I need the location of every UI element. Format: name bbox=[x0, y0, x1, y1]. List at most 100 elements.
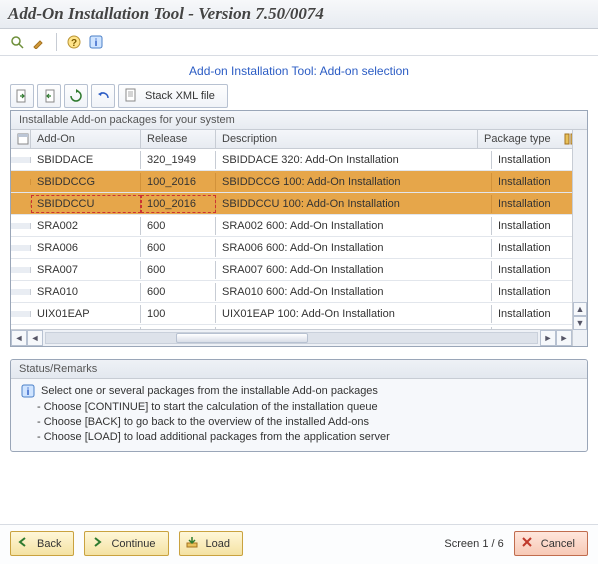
table-cell: Installation bbox=[492, 173, 572, 191]
status-title: Status/Remarks bbox=[11, 360, 587, 379]
h-scroll-thumb[interactable] bbox=[176, 333, 308, 343]
table-cell: 100 bbox=[141, 305, 216, 323]
table-cell bbox=[11, 245, 31, 251]
table-cell: SRA006 600: Add-On Installation bbox=[216, 239, 492, 257]
col-settings-icon[interactable] bbox=[558, 130, 572, 148]
table-cell: 600 bbox=[141, 283, 216, 301]
col-description[interactable]: Description bbox=[216, 130, 478, 148]
table-cell: SRA007 600: Add-On Installation bbox=[216, 261, 492, 279]
table-cell: UIX01EAP 100: Add-On Installation bbox=[216, 305, 492, 323]
table-cell: 100 bbox=[141, 327, 216, 330]
table-cell: Installation bbox=[492, 261, 572, 279]
undo-icon[interactable] bbox=[91, 84, 115, 108]
arrow-left-icon bbox=[16, 535, 30, 549]
table-cell: UIX01EAP bbox=[31, 305, 141, 323]
svg-text:?: ? bbox=[71, 38, 77, 49]
table-row[interactable]: SRA007600SRA007 600: Add-On Installation… bbox=[11, 259, 572, 281]
col-addon[interactable]: Add-On bbox=[31, 130, 141, 148]
table-cell: UIX01HCM 100: Add-On Installation bbox=[216, 327, 492, 330]
table-cell: Installation bbox=[492, 195, 572, 213]
table-row[interactable]: SRA006600SRA006 600: Add-On Installation… bbox=[11, 237, 572, 259]
stack-xml-button[interactable]: Stack XML file bbox=[118, 84, 228, 108]
table-cell: SRA002 600: Add-On Installation bbox=[216, 217, 492, 235]
continue-button[interactable]: Continue bbox=[84, 531, 168, 556]
table-cell: SRA007 bbox=[31, 261, 141, 279]
load-icon bbox=[185, 535, 199, 549]
table-cell: 320_1949 bbox=[141, 151, 216, 169]
table-cell: SRA010 600: Add-On Installation bbox=[216, 283, 492, 301]
table-caption: Installable Add-on packages for your sys… bbox=[11, 111, 587, 130]
status-line-1: - Choose [CONTINUE] to start the calcula… bbox=[11, 398, 587, 413]
table-cell: SRA002 bbox=[31, 217, 141, 235]
close-icon bbox=[520, 535, 534, 549]
scroll-up-icon[interactable]: ▲ bbox=[573, 302, 587, 316]
status-line-3: - Choose [LOAD] to load additional packa… bbox=[11, 428, 587, 443]
table-row[interactable]: SBIDDACE320_1949SBIDDACE 320: Add-On Ins… bbox=[11, 149, 572, 171]
table-header: Add-On Release Description Package type bbox=[11, 130, 572, 149]
table-cell: SBIDDCCG bbox=[31, 173, 141, 191]
toolbar-separator bbox=[56, 33, 57, 51]
table-cell: SRA006 bbox=[31, 239, 141, 257]
status-line-2: - Choose [BACK] to go back to the overvi… bbox=[11, 413, 587, 428]
scroll-down-icon[interactable]: ▼ bbox=[573, 316, 587, 330]
h-scrollbar[interactable]: ◄ ◄ ► ► bbox=[11, 329, 572, 346]
table-cell: Installation bbox=[492, 217, 572, 235]
load-button[interactable]: Load bbox=[179, 531, 243, 556]
screen-indicator: Screen 1 / 6 bbox=[444, 538, 503, 550]
document-icon bbox=[124, 88, 138, 102]
table-body: SBIDDACE320_1949SBIDDACE 320: Add-On Ins… bbox=[11, 149, 572, 329]
cancel-button[interactable]: Cancel bbox=[514, 531, 588, 556]
table-row[interactable]: SRA010600SRA010 600: Add-On Installation… bbox=[11, 281, 572, 303]
table-row[interactable]: SBIDDCCU100_2016SBIDDCCU 100: Add-On Ins… bbox=[11, 193, 572, 215]
table-cell: SBIDDACE 320: Add-On Installation bbox=[216, 151, 492, 169]
table-cell: SBIDDCCU bbox=[31, 195, 141, 213]
table-cell: Installation bbox=[492, 305, 572, 323]
page-subtitle: Add-on Installation Tool: Add-on selecti… bbox=[0, 56, 598, 84]
back-button[interactable]: Back bbox=[10, 531, 74, 556]
info-icon[interactable]: i bbox=[87, 33, 105, 51]
stack-xml-label: Stack XML file bbox=[145, 90, 215, 102]
table-cell: SBIDDCCG 100: Add-On Installation bbox=[216, 173, 492, 191]
table-row[interactable]: UIX01EAP100UIX01EAP 100: Add-On Installa… bbox=[11, 303, 572, 325]
info-icon: i bbox=[21, 384, 35, 398]
scroll-left2-icon[interactable]: ◄ bbox=[27, 330, 43, 346]
v-scrollbar[interactable]: ▲ ▼ bbox=[572, 130, 587, 346]
addon-table: Installable Add-on packages for your sys… bbox=[10, 110, 588, 347]
scroll-right-icon[interactable]: ► bbox=[540, 330, 556, 346]
table-cell: Installation bbox=[492, 151, 572, 169]
cancel-label: Cancel bbox=[541, 538, 575, 550]
table-cell: Installation bbox=[492, 283, 572, 301]
table-cell: SRA010 bbox=[31, 283, 141, 301]
table-cell bbox=[11, 201, 31, 207]
refresh-icon[interactable] bbox=[64, 84, 88, 108]
table-cell bbox=[11, 267, 31, 273]
tool-icon[interactable] bbox=[30, 33, 48, 51]
app-toolbar: ? i bbox=[0, 29, 598, 56]
help-icon[interactable]: ? bbox=[65, 33, 83, 51]
footer: Back Continue Load Screen 1 / 6 Cancel bbox=[0, 524, 598, 564]
h-scroll-track[interactable] bbox=[45, 332, 538, 344]
col-release[interactable]: Release bbox=[141, 130, 216, 148]
window-title: Add-On Installation Tool - Version 7.50/… bbox=[8, 4, 590, 24]
table-cell: Installation bbox=[492, 239, 572, 257]
status-main: Select one or several packages from the … bbox=[41, 385, 378, 397]
table-row[interactable]: SRA002600SRA002 600: Add-On Installation… bbox=[11, 215, 572, 237]
table-cell: SBIDDCCU 100: Add-On Installation bbox=[216, 195, 492, 213]
table-cell: SBIDDACE bbox=[31, 151, 141, 169]
table-cell bbox=[11, 157, 31, 163]
col-packagetype[interactable]: Package type bbox=[478, 130, 558, 148]
search-icon[interactable] bbox=[8, 33, 26, 51]
table-row[interactable]: SBIDDCCG100_2016SBIDDCCG 100: Add-On Ins… bbox=[11, 171, 572, 193]
back-label: Back bbox=[37, 538, 61, 550]
doc-left-icon[interactable] bbox=[37, 84, 61, 108]
window-header: Add-On Installation Tool - Version 7.50/… bbox=[0, 0, 598, 29]
scroll-left-icon[interactable]: ◄ bbox=[11, 330, 27, 346]
table-cell: 100_2016 bbox=[141, 195, 216, 213]
continue-label: Continue bbox=[111, 538, 155, 550]
table-cell: Installation bbox=[492, 327, 572, 330]
table-row[interactable]: UIX01HCM100UIX01HCM 100: Add-On Installa… bbox=[11, 325, 572, 329]
table-cell: 600 bbox=[141, 217, 216, 235]
col-selector[interactable] bbox=[11, 130, 31, 148]
doc-right-icon[interactable] bbox=[10, 84, 34, 108]
scroll-right2-icon[interactable]: ► bbox=[556, 330, 572, 346]
